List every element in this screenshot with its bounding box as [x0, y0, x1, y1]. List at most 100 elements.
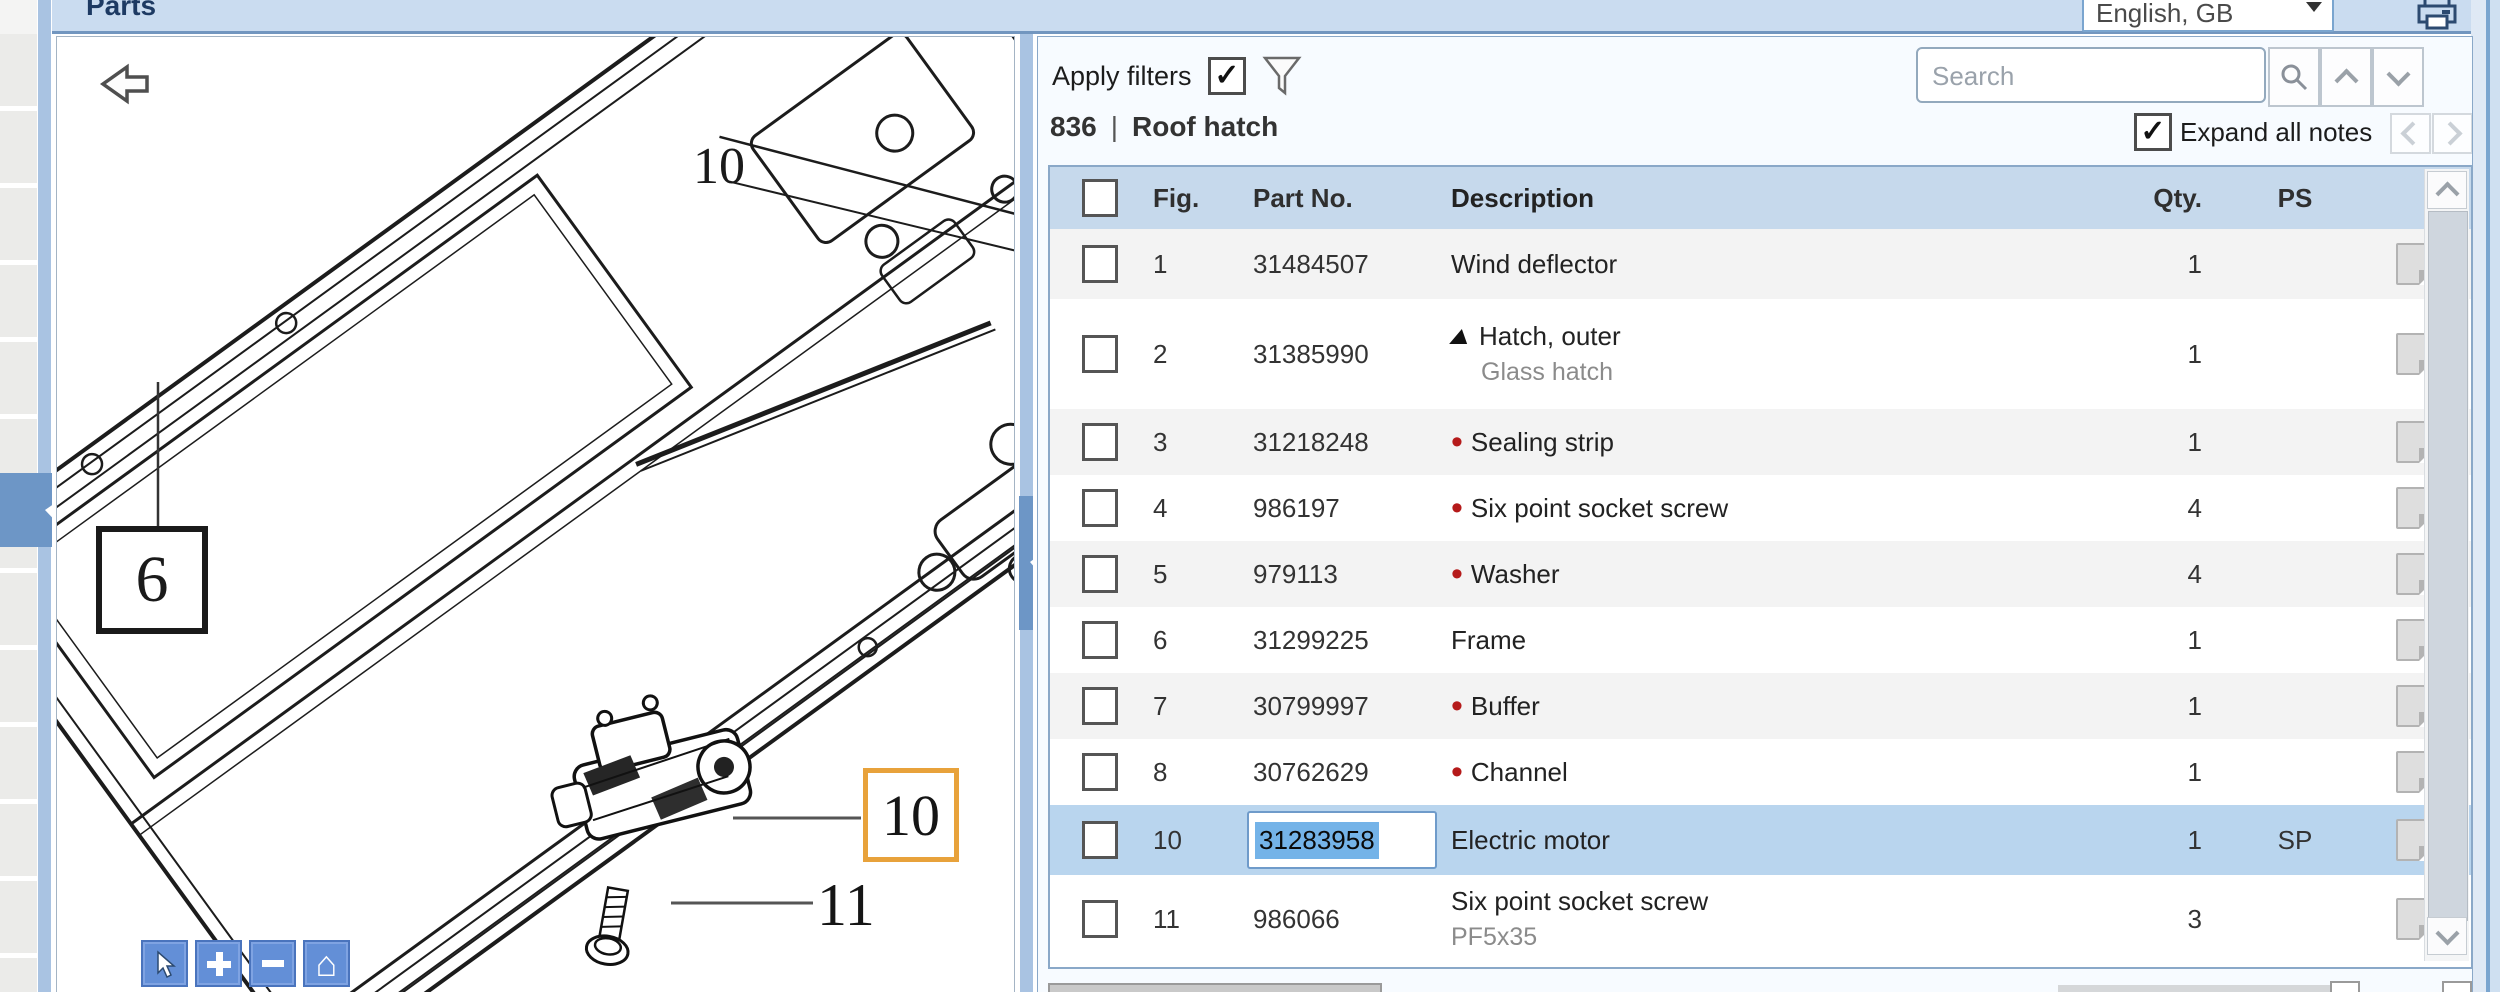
qty-cell: 1	[2187, 690, 2202, 721]
expand-all-notes-label: Expand all notes	[2180, 117, 2373, 147]
table-scrollbar[interactable]	[2424, 169, 2469, 961]
search-input[interactable]: Search	[1916, 47, 2266, 103]
row-checkbox[interactable]	[1082, 423, 1118, 461]
row-checkbox[interactable]	[1082, 900, 1118, 938]
row-select-cell	[1050, 673, 1145, 739]
zoom-out-button[interactable]	[249, 940, 296, 987]
section-separator: |	[1110, 111, 1118, 142]
row-select-cell	[1050, 229, 1145, 299]
part-no-cell: 30799997	[1253, 690, 1369, 721]
description-cell: • Channel	[1441, 739, 2106, 805]
table-row[interactable]: 3 31218248 • Sealing strip 1	[1050, 409, 2471, 475]
row-checkbox[interactable]	[1082, 621, 1118, 659]
language-select[interactable]: English, GB	[2082, 0, 2334, 32]
middle-splitter-handle[interactable]	[1018, 496, 1043, 630]
fig-cell: 10	[1153, 824, 1182, 855]
pointer-tool-button[interactable]	[141, 940, 188, 987]
table-row[interactable]: 11 986066 Six point socket screw PF5x35 3	[1050, 875, 2471, 963]
description-text: Frame	[1451, 624, 1527, 655]
qty-cell: 1	[2187, 756, 2202, 787]
row-checkbox[interactable]	[1082, 489, 1118, 527]
description-text: Six point socket screw	[1470, 492, 1729, 523]
row-checkbox[interactable]	[1082, 821, 1118, 859]
part-no-cell: 986197	[1253, 492, 1340, 523]
page-prev-button[interactable]	[2390, 113, 2431, 154]
row-checkbox[interactable]	[1082, 335, 1118, 373]
bullet-icon: •	[1451, 423, 1463, 461]
description-text: Hatch, outer	[1479, 321, 1621, 351]
zoom-home-button[interactable]: ⌂	[303, 940, 350, 987]
part-no-cell: 31484507	[1253, 248, 1369, 279]
left-splitter-handle[interactable]	[0, 473, 60, 547]
table-row[interactable]: 8 30762629 • Channel 1	[1050, 739, 2471, 805]
table-row[interactable]: 4 986197 • Six point socket screw 4	[1050, 475, 2471, 541]
chevron-down-icon	[2306, 2, 2322, 12]
row-checkbox[interactable]	[1082, 753, 1118, 791]
table-row[interactable]: 2 31385990 Hatch, outer Glass hatch 1	[1050, 299, 2471, 409]
diagram-callout-screw[interactable]: 11	[817, 871, 875, 940]
chevron-left-icon	[2400, 121, 2425, 146]
fig-cell: 11	[1153, 903, 1180, 934]
page-next-button[interactable]	[2432, 113, 2472, 154]
col-header-qty: Qty.	[2153, 182, 2202, 213]
page-right-margin	[2471, 0, 2486, 992]
part-no-cell: 30762629	[1253, 756, 1369, 787]
back-arrow-icon[interactable]	[97, 61, 153, 109]
diagram-callout-frame[interactable]: 6	[96, 526, 208, 634]
description-cell: Hatch, outer Glass hatch	[1441, 299, 2106, 409]
row-checkbox[interactable]	[1082, 555, 1118, 593]
language-select-value: English, GB	[2096, 0, 2234, 28]
col-header-part-no: Part No.	[1253, 182, 1353, 213]
bottom-checkbox-partial[interactable]	[2330, 981, 2360, 992]
ps-cell	[2232, 409, 2358, 475]
row-select-cell	[1050, 475, 1145, 541]
col-header-description: Description	[1451, 182, 1595, 213]
select-all-checkbox[interactable]	[1082, 179, 1118, 217]
search-button[interactable]	[2268, 47, 2320, 107]
table-row[interactable]: 1 31484507 Wind deflector 1	[1050, 229, 2471, 299]
search-prev-button[interactable]	[2320, 47, 2372, 107]
qty-cell: 4	[2187, 492, 2202, 523]
expand-all-notes-checkbox[interactable]: ✓	[2134, 113, 2172, 151]
screw-drawing	[584, 885, 630, 966]
bottom-button-partial[interactable]	[1048, 983, 1382, 992]
row-select-cell	[1050, 739, 1145, 805]
part-no-cell: 31299225	[1253, 624, 1369, 655]
section-code: 836	[1050, 111, 1097, 142]
ps-cell	[2232, 673, 2358, 739]
scrollbar-thumb[interactable]	[2428, 211, 2468, 921]
table-row[interactable]: 7 30799997 • Buffer 1	[1050, 673, 2471, 739]
table-row[interactable]: 6 31299225 Frame 1	[1050, 607, 2471, 673]
chevron-up-icon	[2333, 67, 2359, 93]
home-icon: ⌂	[315, 942, 338, 984]
print-button[interactable]	[2416, 0, 2458, 32]
scroll-down-button[interactable]	[2427, 917, 2467, 955]
row-select-cell	[1050, 541, 1145, 607]
table-row[interactable]: 5 979113 • Washer 4	[1050, 541, 2471, 607]
filter-funnel-icon[interactable]	[1262, 55, 1302, 97]
fig-cell: 3	[1153, 426, 1168, 457]
row-select-cell	[1050, 299, 1145, 409]
ps-cell: SP	[2277, 824, 2313, 855]
search-next-button[interactable]	[2372, 47, 2424, 107]
bottom-checkbox-partial[interactable]	[2442, 981, 2472, 992]
page-title: Parts	[86, 0, 157, 21]
table-row[interactable]: 10 31283958 Electric motor 1 SP	[1050, 805, 2471, 875]
table-header-row: Fig. Part No. Description Qty. PS	[1050, 167, 2471, 229]
description-cell: • Buffer	[1441, 673, 2106, 739]
ps-cell	[2232, 475, 2358, 541]
part-number-input[interactable]: 31283958	[1247, 811, 1437, 869]
row-select-cell	[1050, 875, 1145, 963]
part-no-cell: 31218248	[1253, 426, 1369, 457]
apply-filters-checkbox[interactable]: ✓	[1208, 57, 1246, 95]
chevron-down-icon	[2385, 61, 2411, 87]
zoom-in-button[interactable]	[195, 940, 242, 987]
qty-cell: 1	[2187, 338, 2202, 369]
diagram-callout-motor-selected[interactable]: 10	[863, 768, 959, 862]
ps-cell	[2232, 875, 2358, 963]
row-checkbox[interactable]	[1082, 687, 1118, 725]
row-checkbox[interactable]	[1082, 245, 1118, 283]
fig-cell: 2	[1153, 338, 1168, 369]
search-icon	[2281, 64, 2308, 91]
scroll-up-button[interactable]	[2427, 171, 2467, 209]
